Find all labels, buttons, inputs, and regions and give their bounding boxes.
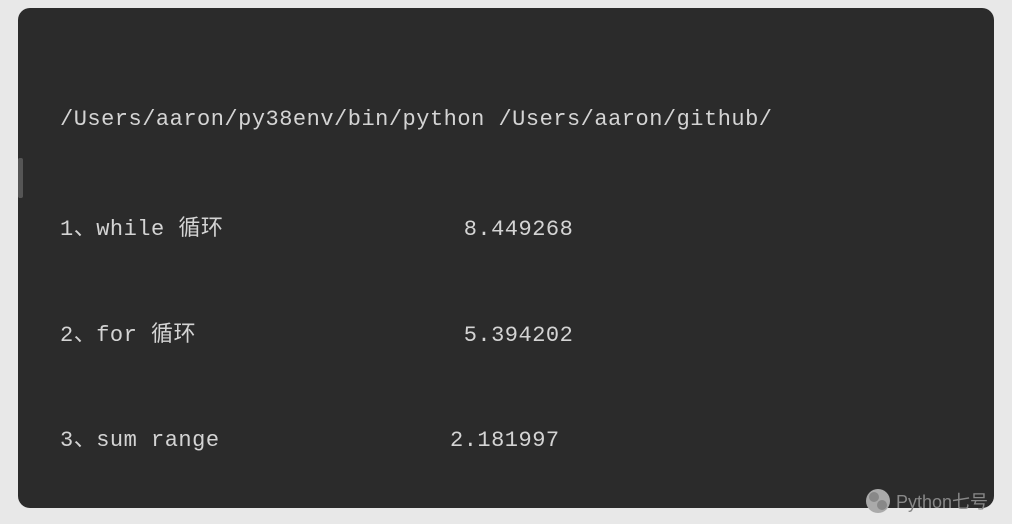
terminal-content: /Users/aaron/py38env/bin/python /Users/a… xyxy=(18,32,994,508)
output-row: 3、sum range 2.181997 xyxy=(60,423,994,458)
command-line: /Users/aaron/py38env/bin/python /Users/a… xyxy=(60,102,994,137)
output-row: 1、while 循环 8.449268 xyxy=(60,212,994,247)
output-label: 1、while 循环 xyxy=(60,212,450,247)
output-label: 3、sum range xyxy=(60,423,450,458)
watermark: Python七号 xyxy=(866,488,988,514)
terminal-window: /Users/aaron/py38env/bin/python /Users/a… xyxy=(18,8,994,508)
wechat-icon xyxy=(866,489,890,513)
output-value: 5.394202 xyxy=(450,318,573,353)
watermark-text: Python七号 xyxy=(896,488,988,514)
output-value: 8.449268 xyxy=(450,212,573,247)
output-row: 2、for 循环 5.394202 xyxy=(60,318,994,353)
output-value: 2.181997 xyxy=(450,423,560,458)
scrollbar[interactable] xyxy=(18,158,23,198)
output-label: 2、for 循环 xyxy=(60,318,450,353)
